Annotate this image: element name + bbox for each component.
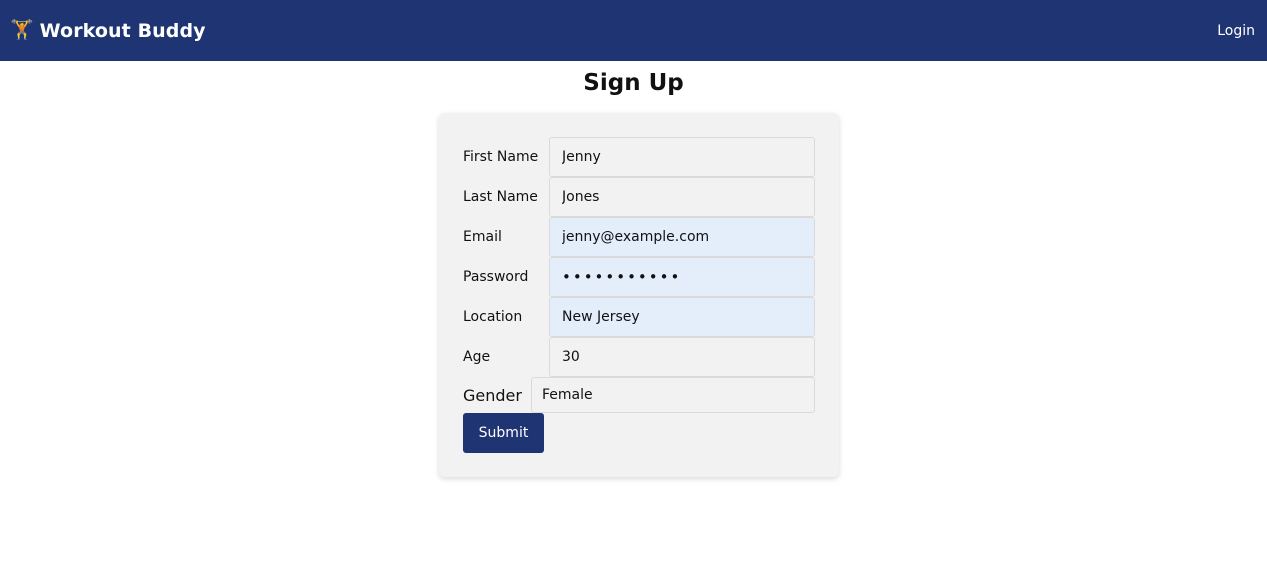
- last-name-input[interactable]: [549, 177, 815, 217]
- first-name-label: First Name: [463, 149, 539, 165]
- brand[interactable]: 🏋️ Workout Buddy: [10, 20, 206, 42]
- age-input[interactable]: [549, 337, 815, 377]
- password-input[interactable]: [549, 257, 815, 297]
- navbar: 🏋️ Workout Buddy Login: [0, 0, 1267, 61]
- signup-form: First Name Last Name Email Password Loca…: [439, 113, 839, 477]
- gender-select[interactable]: Female: [531, 377, 815, 413]
- last-name-label: Last Name: [463, 189, 538, 205]
- password-label: Password: [463, 269, 529, 285]
- age-row: Age: [463, 337, 815, 377]
- location-input[interactable]: [549, 297, 815, 337]
- last-name-row: Last Name: [463, 177, 815, 217]
- first-name-input[interactable]: [549, 137, 815, 177]
- submit-button[interactable]: Submit: [463, 413, 544, 453]
- location-row: Location: [463, 297, 815, 337]
- email-label: Email: [463, 229, 502, 245]
- email-input[interactable]: [549, 217, 815, 257]
- location-label: Location: [463, 309, 523, 325]
- gender-row: Gender Female: [463, 377, 815, 413]
- password-row: Password: [463, 257, 815, 297]
- brand-title[interactable]: Workout Buddy: [40, 20, 206, 42]
- age-label: Age: [463, 349, 491, 365]
- email-row: Email: [463, 217, 815, 257]
- login-link[interactable]: Login: [1217, 23, 1255, 39]
- first-name-row: First Name: [463, 137, 815, 177]
- weightlifter-icon: 🏋️: [10, 19, 34, 41]
- gender-label: Gender: [463, 385, 522, 405]
- page-title: Sign Up: [583, 70, 684, 96]
